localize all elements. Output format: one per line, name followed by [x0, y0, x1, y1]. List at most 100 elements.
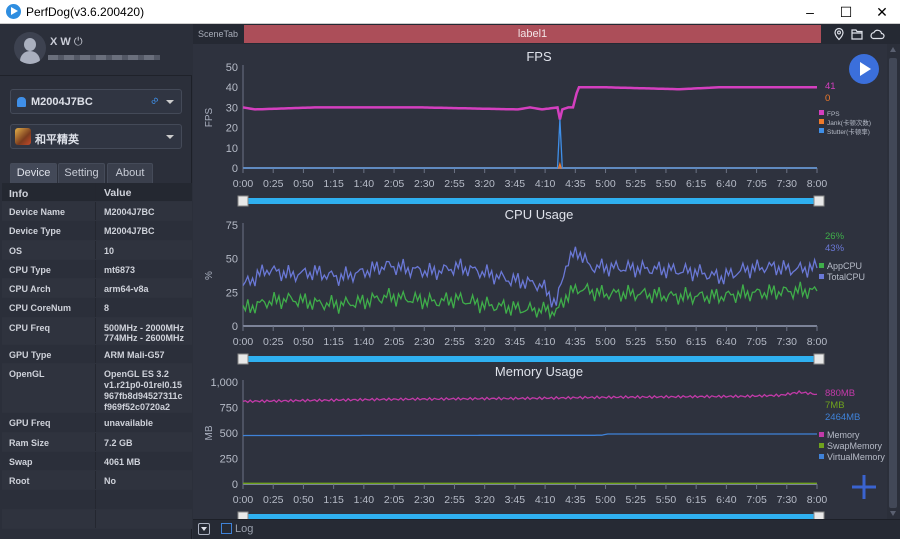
- app-select[interactable]: 和平精英: [10, 124, 182, 149]
- x-tick-label: 6:40: [716, 178, 737, 190]
- series-line-memory: [242, 390, 818, 404]
- table-row: Device Type M2004J7BC: [2, 221, 192, 241]
- tab-device[interactable]: Device: [10, 163, 57, 183]
- table-row: Ram Size 7.2 GB: [2, 432, 192, 452]
- table-row: Swap 4061 MB: [2, 451, 192, 472]
- info-value: mt6873: [104, 264, 136, 275]
- current-value: 0: [825, 93, 830, 104]
- info-value: arm64-v8a: [104, 284, 149, 295]
- x-tick-label: 2:55: [444, 494, 465, 506]
- tab-setting[interactable]: Setting: [58, 163, 105, 183]
- x-tick-label: 5:00: [595, 178, 616, 190]
- x-tick-label: 0:25: [263, 336, 284, 348]
- x-tick-label: 2:55: [444, 336, 465, 348]
- x-tick-label: 0:00: [233, 494, 254, 506]
- scene-bar: SceneTab label1: [193, 24, 900, 44]
- x-tick-label: 8:00: [807, 494, 828, 506]
- table-row: GPU Type ARM Mali-G57: [2, 345, 192, 365]
- y-tick-label: 0: [232, 163, 238, 175]
- table-row: GPU Freq unavailable: [2, 413, 192, 433]
- x-tick-label: 3:20: [474, 494, 495, 506]
- x-tick-label: 7:30: [777, 178, 798, 190]
- legend-swatch: [819, 432, 824, 437]
- vertical-scrollbar[interactable]: [887, 44, 900, 519]
- info-value: M2004J7BC: [104, 207, 155, 217]
- play-button[interactable]: [849, 54, 879, 84]
- info-key: CPU Arch: [9, 284, 51, 295]
- x-tick-label: 7:05: [746, 494, 767, 506]
- x-tick-label: 3:45: [505, 336, 526, 348]
- tab-about[interactable]: About: [107, 163, 153, 183]
- scroll-up-icon[interactable]: [890, 47, 896, 52]
- log-checkbox[interactable]: [221, 523, 232, 534]
- x-tick-label: 5:25: [626, 336, 647, 348]
- x-tick-label: 0:25: [263, 178, 284, 190]
- device-select[interactable]: M2004J7BC ∞: [10, 89, 182, 114]
- minimize-button[interactable]: –: [792, 0, 828, 24]
- range-slider-handle-left[interactable]: [237, 195, 249, 207]
- info-key: Swap: [9, 456, 33, 467]
- x-tick-label: 0:00: [233, 178, 254, 190]
- legend-label: AppCPU: [827, 261, 862, 271]
- x-tick-label: 5:25: [626, 494, 647, 506]
- x-tick-label: 3:20: [474, 336, 495, 348]
- info-value: 500MHz - 2000MHz 774MHz - 2600MHz: [104, 322, 185, 344]
- x-tick-label: 2:05: [384, 494, 405, 506]
- scene-tab-button[interactable]: SceneTab: [193, 24, 243, 44]
- y-axis-label: FPS: [204, 107, 215, 127]
- collapse-button[interactable]: [198, 523, 210, 535]
- device-info-table: Info Value Device Name M2004J7BC Device Type…: [2, 183, 192, 530]
- maximize-button[interactable]: ☐: [828, 0, 864, 24]
- x-tick-label: 0:50: [293, 494, 314, 506]
- x-tick-label: 5:00: [595, 336, 616, 348]
- scrollbar-thumb[interactable]: [889, 58, 897, 508]
- x-tick-label: 4:35: [565, 336, 586, 348]
- range-slider-handle-right[interactable]: [813, 353, 825, 365]
- table-row: OpenGL OpenGL ES 3.2 v1.r21p0-01rel0.15 9…: [2, 364, 192, 414]
- range-slider-handle-left[interactable]: [237, 511, 249, 519]
- legend-label: VirtualMemory: [827, 452, 885, 462]
- legend-swatch: [819, 110, 824, 115]
- x-tick-label: 5:25: [626, 178, 647, 190]
- x-tick-label: 1:15: [323, 336, 344, 348]
- close-button[interactable]: ✕: [864, 0, 900, 24]
- range-slider-handle-left[interactable]: [237, 353, 249, 365]
- scene-label[interactable]: label1: [244, 25, 821, 43]
- y-tick-label: 10: [226, 143, 238, 155]
- legend-swatch: [819, 263, 824, 268]
- game-app-icon: [15, 128, 31, 145]
- cloud-icon[interactable]: [869, 27, 885, 41]
- table-row: Device Name M2004J7BC: [2, 202, 192, 222]
- y-tick-label: 0: [232, 479, 238, 491]
- x-tick-label: 0:50: [293, 178, 314, 190]
- x-tick-label: 6:15: [686, 494, 707, 506]
- x-tick-label: 6:15: [686, 336, 707, 348]
- current-value: 2464MB: [825, 412, 860, 423]
- info-value: 10: [104, 245, 115, 256]
- y-tick-label: 250: [220, 454, 238, 466]
- avatar[interactable]: [14, 32, 46, 64]
- location-icon[interactable]: [832, 27, 846, 41]
- x-tick-label: 3:20: [474, 178, 495, 190]
- info-key: GPU Freq: [9, 418, 51, 429]
- y-tick-label: 50: [226, 254, 238, 266]
- range-slider-track: [242, 198, 818, 204]
- info-value: 4061 MB: [104, 456, 141, 467]
- power-icon[interactable]: ⏻: [74, 36, 83, 48]
- add-chart-icon[interactable]: [850, 473, 878, 501]
- range-slider-handle-right[interactable]: [813, 511, 825, 519]
- x-tick-label: 2:05: [384, 336, 405, 348]
- info-value: OpenGL ES 3.2 v1.r21p0-01rel0.15 967fb8d…: [104, 369, 183, 412]
- x-tick-label: 4:10: [535, 494, 556, 506]
- y-tick-label: 750: [220, 403, 238, 415]
- info-key: Root: [9, 476, 30, 487]
- range-slider-handle-right[interactable]: [813, 195, 825, 207]
- current-value: 7MB: [825, 400, 845, 411]
- folder-icon[interactable]: [850, 27, 864, 41]
- y-axis-label: MB: [204, 425, 215, 440]
- usb-link-icon[interactable]: ∞: [148, 94, 162, 108]
- x-tick-label: 8:00: [807, 336, 828, 348]
- info-value: ARM Mali-G57: [104, 350, 165, 361]
- series-line-totalcpu: [242, 246, 818, 308]
- scroll-down-icon[interactable]: [890, 511, 896, 516]
